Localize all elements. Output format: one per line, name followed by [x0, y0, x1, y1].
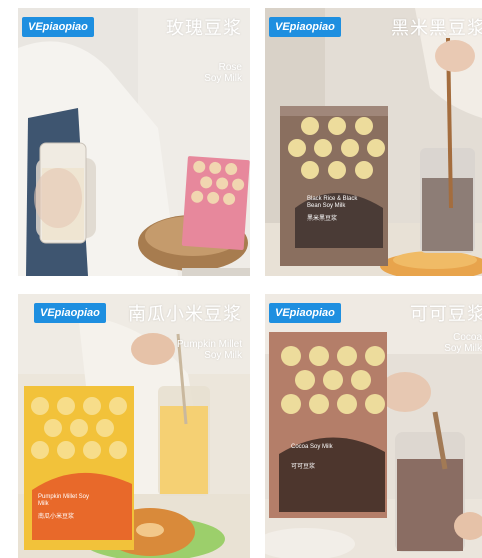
- flavor-title-en: Pumpkin Millet Soy Milk: [176, 339, 242, 361]
- flavor-title-cn: 玫瑰豆浆: [166, 18, 242, 39]
- black-rice-box: [280, 106, 388, 266]
- brand-badge: VEpiaopiao: [34, 303, 106, 323]
- brand-badge: VEpiaopiao: [269, 303, 341, 323]
- box-label-cn: 南瓜小米豆浆: [38, 514, 75, 520]
- box-label-cn: 可可豆浆: [291, 464, 316, 470]
- box-label-cn: 黑米黑豆浆: [307, 216, 338, 222]
- flavor-title-cn: 可可豆浆: [410, 304, 482, 325]
- flavor-title-en: Rose Soy Milk: [204, 62, 242, 84]
- brand-badge: VEpiaopiao: [269, 17, 341, 37]
- flavor-title-cn: 南瓜小米豆浆: [128, 304, 242, 325]
- rose-scene: [18, 8, 250, 276]
- flavor-title-cn: 黑米黑豆浆: [391, 18, 482, 39]
- black-rice-scene: [265, 8, 482, 276]
- box-label-en: Pumpkin Millet Soy Milk: [38, 494, 90, 507]
- photo-rose-soy-milk: VEpiaopiao 玫瑰豆浆 Rose Soy Milk: [18, 8, 250, 276]
- brand-badge: VEpiaopiao: [22, 17, 94, 37]
- cocoa-box: [269, 332, 387, 518]
- photo-pumpkin-millet-soy-milk: VEpiaopiao 南瓜小米豆浆 Pumpkin Millet Soy Milk…: [18, 294, 250, 558]
- box-label-en: Black Rice & Black Bean Soy Milk: [307, 196, 358, 209]
- flavor-title-en: Cocoa Soy Milk: [444, 332, 482, 354]
- photo-black-rice-soy-milk: VEpiaopiao 黑米黑豆浆 Black Rice & Black Bean…: [265, 8, 482, 276]
- pumpkin-box: [24, 386, 134, 550]
- photo-cocoa-soy-milk: VEpiaopiao 可可豆浆 Cocoa Soy Milk Cocoa Soy …: [265, 294, 482, 558]
- box-label-en: Cocoa Soy Milk: [291, 444, 333, 450]
